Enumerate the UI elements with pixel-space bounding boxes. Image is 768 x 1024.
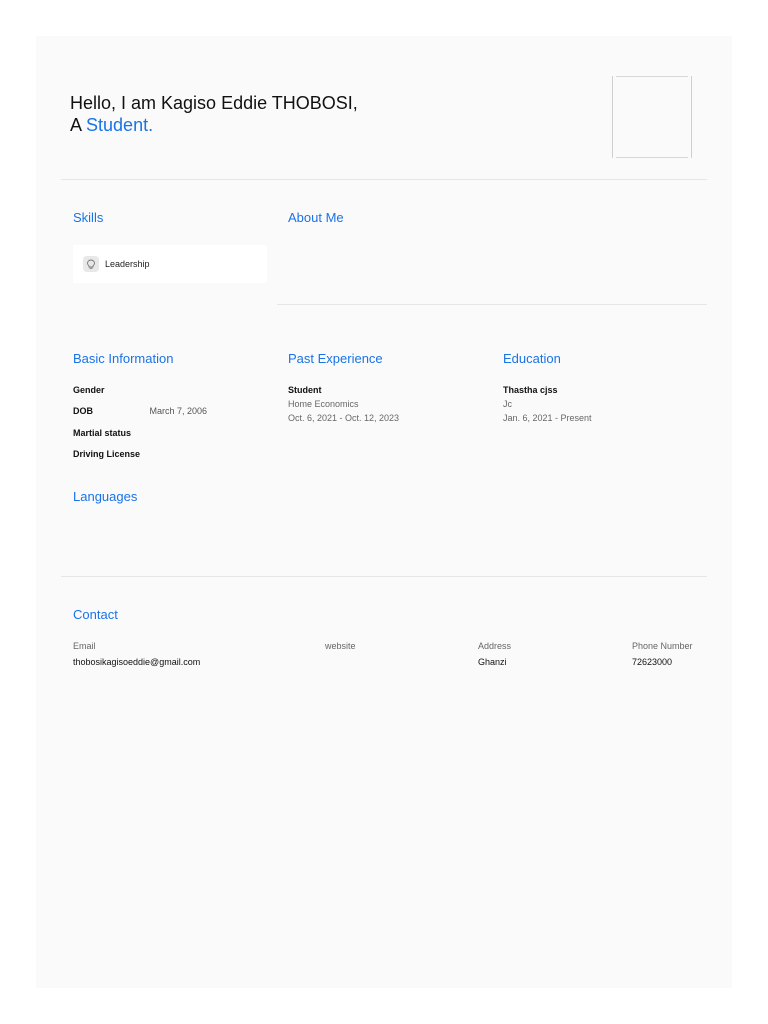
divider-header [61,179,707,180]
skill-item: Leadership [73,245,267,283]
experience-item: Student Home Economics Oct. 6, 2021 - Oc… [288,383,399,425]
profile-photo-placeholder [612,76,692,158]
website-label: website [325,641,356,651]
skills-title: Skills [73,210,104,225]
email-value[interactable]: thobosikagisoeddie@gmail.com [73,657,200,667]
lightbulb-icon [83,256,99,272]
info-key: Gender [73,385,105,395]
role-line: A Student. [70,114,358,136]
education-school: Thastha cjss [503,385,558,395]
info-row-gender: Gender [73,384,147,396]
languages-title: Languages [73,489,138,504]
role-prefix: A [70,115,82,135]
info-key: DOB [73,406,93,416]
contact-title: Contact [73,607,118,622]
divider-contact [61,576,707,577]
role-text: Student. [86,115,154,135]
email-label: Email [73,641,96,651]
about-title: About Me [288,210,344,225]
education-title: Education [503,351,561,366]
hero-heading: Hello, I am Kagiso Eddie THOBOSI, A Stud… [70,92,358,136]
phone-label: Phone Number [632,641,693,651]
resume-page: Hello, I am Kagiso Eddie THOBOSI, A Stud… [36,36,732,988]
greeting-line: Hello, I am Kagiso Eddie THOBOSI, [70,93,358,113]
info-key: Driving License [73,449,141,459]
experience-dates: Oct. 6, 2021 - Oct. 12, 2023 [288,413,400,423]
experience-role: Student [288,385,322,395]
info-key: Martial status [73,428,132,438]
experience-title: Past Experience [288,351,383,366]
education-level: Jc [503,399,512,409]
education-item: Thastha cjss Jc Jan. 6, 2021 - Present [503,383,592,425]
info-value: March 7, 2006 [149,406,208,416]
info-row-driving-license: Driving License [73,448,147,460]
phone-value[interactable]: 72623000 [632,657,672,667]
experience-field: Home Economics [288,399,359,409]
address-value: Ghanzi [478,657,507,667]
divider-about [277,304,707,305]
education-dates: Jan. 6, 2021 - Present [503,413,592,423]
basic-info-title: Basic Information [73,351,174,366]
info-row-dob: DOB March 7, 2006 [73,405,207,417]
skill-label: Leadership [105,259,150,269]
address-label: Address [478,641,512,651]
info-row-marital-status: Martial status [73,427,147,439]
